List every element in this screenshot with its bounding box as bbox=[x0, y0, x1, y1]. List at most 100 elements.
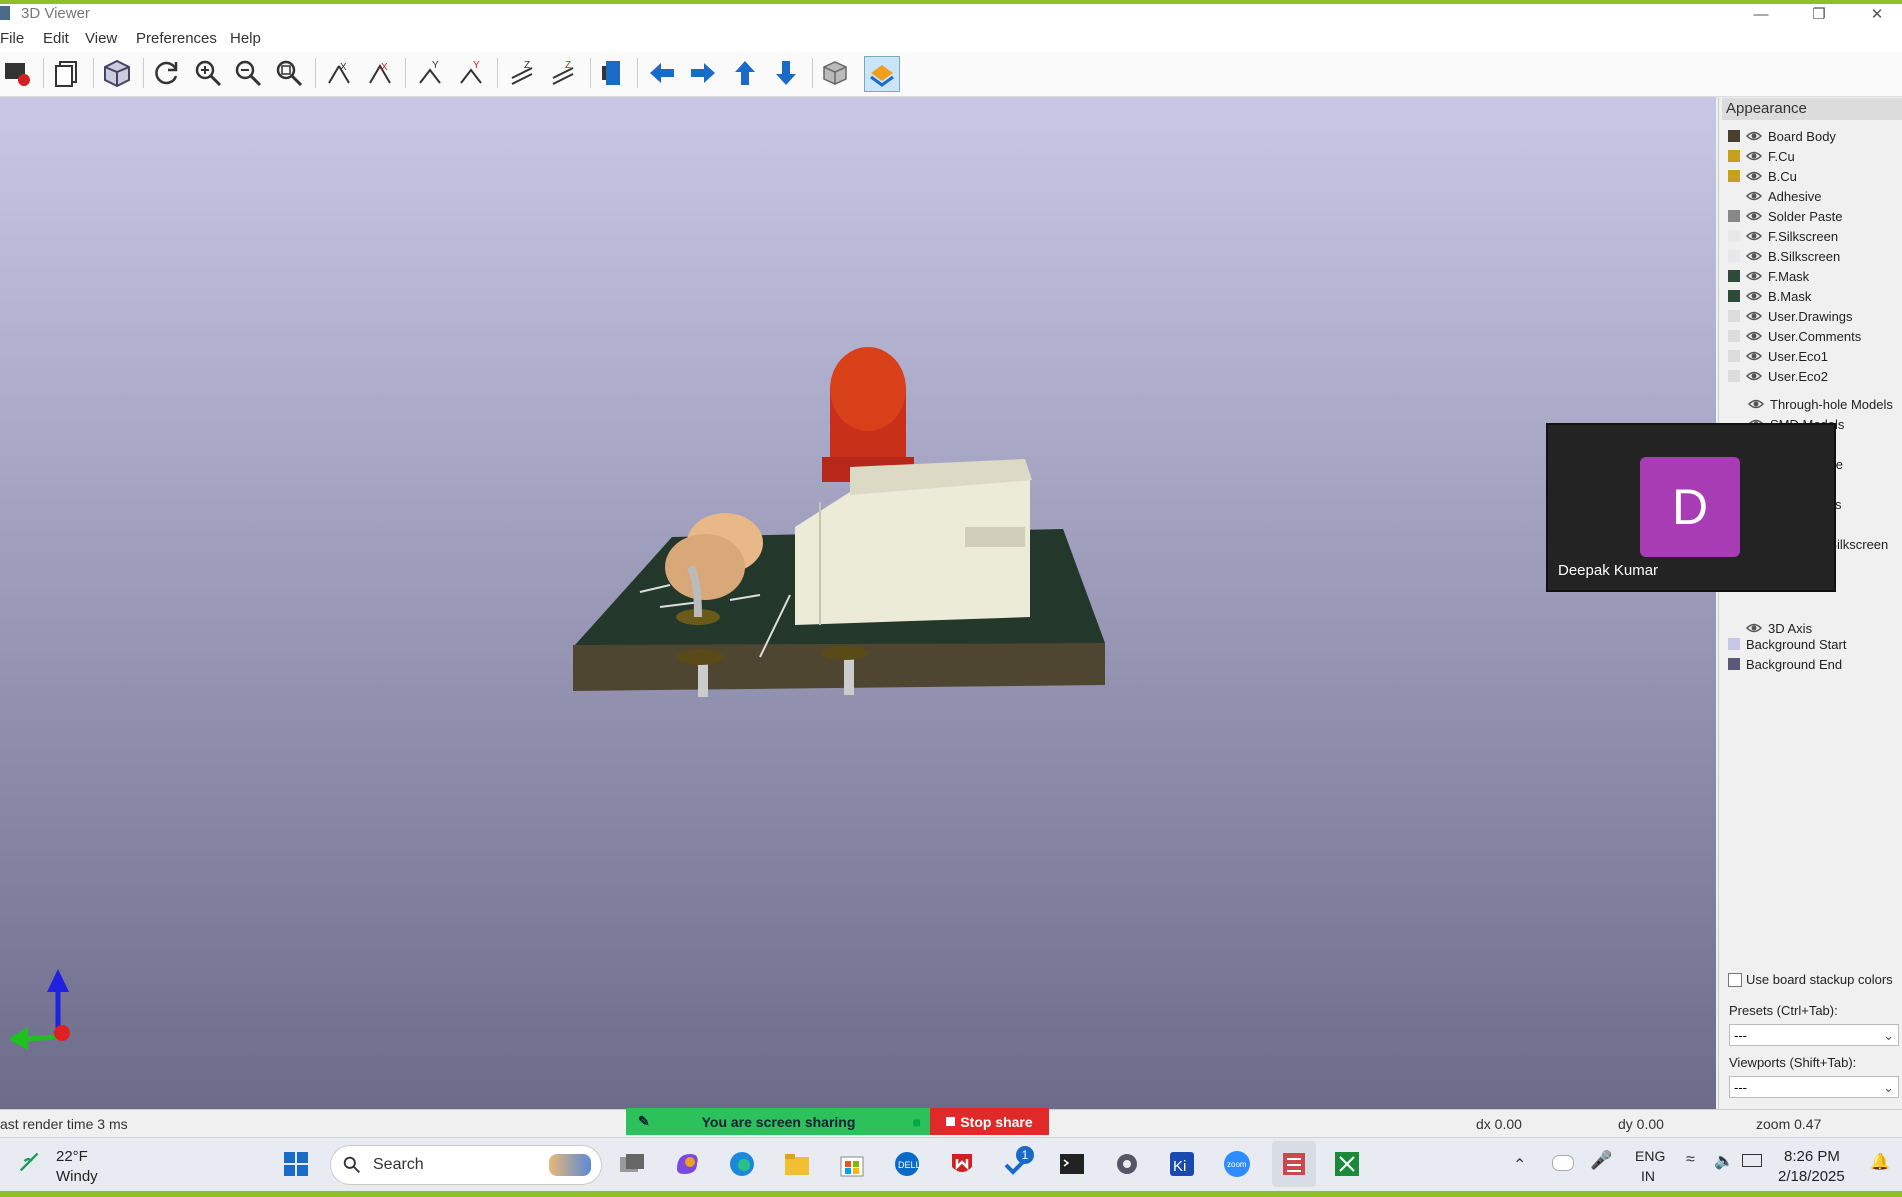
eye-icon[interactable] bbox=[1746, 350, 1762, 362]
eye-icon[interactable] bbox=[1746, 290, 1762, 302]
layers-toggle-icon[interactable] bbox=[864, 56, 900, 92]
arrow-right-icon[interactable] bbox=[686, 56, 720, 90]
layer-row[interactable]: B.Mask bbox=[1728, 287, 1811, 305]
color-swatch[interactable] bbox=[1728, 270, 1740, 282]
eye-icon[interactable] bbox=[1746, 270, 1762, 282]
file-explorer-icon[interactable] bbox=[780, 1147, 814, 1181]
stackup-checkbox[interactable] bbox=[1728, 972, 1742, 987]
layer-row[interactable]: User.Comments bbox=[1728, 327, 1861, 345]
copilot-icon[interactable] bbox=[670, 1147, 704, 1181]
color-swatch[interactable] bbox=[1728, 210, 1740, 222]
arrow-left-icon[interactable] bbox=[645, 56, 679, 90]
start-icon[interactable] bbox=[279, 1147, 313, 1181]
color-swatch[interactable] bbox=[1728, 638, 1740, 650]
flip-x-reverse-icon[interactable]: X bbox=[363, 56, 397, 90]
store-icon[interactable] bbox=[835, 1147, 869, 1181]
volume-icon[interactable]: 🔈 bbox=[1714, 1151, 1734, 1171]
language-secondary[interactable]: IN bbox=[1641, 1168, 1655, 1184]
color-swatch[interactable] bbox=[1728, 290, 1740, 302]
minimize-button[interactable]: — bbox=[1738, 4, 1784, 26]
notifications-icon[interactable]: 🔔 bbox=[1870, 1152, 1890, 1172]
color-swatch[interactable] bbox=[1728, 658, 1740, 670]
kicad-icon[interactable]: Ki bbox=[1165, 1147, 1199, 1181]
color-swatch[interactable] bbox=[1728, 230, 1740, 242]
layer-row[interactable]: User.Eco1 bbox=[1728, 347, 1828, 365]
color-swatch[interactable] bbox=[1728, 190, 1740, 202]
task-view-icon[interactable] bbox=[615, 1147, 649, 1181]
color-swatch[interactable] bbox=[1728, 150, 1740, 162]
export-icon[interactable] bbox=[0, 56, 34, 90]
terminal-icon[interactable] bbox=[1055, 1147, 1089, 1181]
stackup-checkbox-row[interactable]: Use board stackup colors bbox=[1728, 972, 1893, 987]
battery-icon[interactable] bbox=[1742, 1154, 1762, 1167]
participant-tile[interactable]: D Deepak Kumar bbox=[1546, 423, 1836, 592]
flip-z-icon[interactable]: Z bbox=[505, 56, 539, 90]
weather-icon[interactable] bbox=[14, 1145, 48, 1179]
refresh-icon[interactable] bbox=[150, 56, 184, 90]
arrow-up-icon[interactable] bbox=[728, 56, 762, 90]
layer-row[interactable]: User.Eco2 bbox=[1728, 367, 1828, 385]
layer-row[interactable]: Board Body bbox=[1728, 127, 1836, 145]
eye-icon[interactable] bbox=[1746, 310, 1762, 322]
eye-icon[interactable] bbox=[1746, 170, 1762, 182]
menu-view[interactable]: View bbox=[85, 30, 117, 47]
ortho-toggle-icon[interactable] bbox=[818, 56, 852, 90]
layer-row[interactable]: Adhesive bbox=[1728, 187, 1821, 205]
color-swatch[interactable] bbox=[1728, 310, 1740, 322]
flip-board-icon[interactable] bbox=[596, 56, 630, 90]
color-swatch[interactable] bbox=[1728, 250, 1740, 262]
layer-row[interactable]: B.Cu bbox=[1728, 167, 1797, 185]
color-swatch[interactable] bbox=[1728, 130, 1740, 142]
dell-icon[interactable]: DELL bbox=[890, 1147, 924, 1181]
onedrive-icon[interactable] bbox=[1552, 1155, 1574, 1171]
color-swatch[interactable] bbox=[1728, 370, 1740, 382]
eye-icon[interactable] bbox=[1746, 622, 1762, 634]
taskbar-search[interactable]: Search bbox=[330, 1145, 602, 1185]
layer-row[interactable]: F.Silkscreen bbox=[1728, 227, 1838, 245]
eye-icon[interactable] bbox=[1746, 250, 1762, 262]
board-view-icon[interactable] bbox=[100, 56, 134, 90]
color-swatch[interactable] bbox=[1728, 170, 1740, 182]
chevron-up-icon[interactable]: ⌃ bbox=[1513, 1155, 1526, 1175]
eye-icon[interactable] bbox=[1746, 210, 1762, 222]
menu-edit[interactable]: Edit bbox=[43, 30, 69, 47]
3d-viewport[interactable] bbox=[0, 97, 1716, 1109]
eye-icon[interactable] bbox=[1748, 398, 1764, 410]
mcafee-icon[interactable] bbox=[945, 1147, 979, 1181]
presets-select[interactable]: --- ⌄ bbox=[1729, 1024, 1899, 1046]
flip-y-reverse-icon[interactable]: Y bbox=[454, 56, 488, 90]
eye-icon[interactable] bbox=[1746, 370, 1762, 382]
background-end-row[interactable]: Background End bbox=[1728, 655, 1842, 673]
menu-file[interactable]: File bbox=[0, 30, 24, 47]
clock-date[interactable]: 2/18/2025 bbox=[1778, 1168, 1845, 1185]
arrow-down-icon[interactable] bbox=[769, 56, 803, 90]
eye-icon[interactable] bbox=[1746, 150, 1762, 162]
color-swatch[interactable] bbox=[1728, 350, 1740, 362]
stop-share-button[interactable]: Stop share bbox=[930, 1108, 1049, 1135]
menu-help[interactable]: Help bbox=[230, 30, 261, 47]
model-row[interactable]: Through-hole Models bbox=[1748, 395, 1893, 413]
color-swatch[interactable] bbox=[1728, 330, 1740, 342]
layer-row[interactable]: F.Cu bbox=[1728, 147, 1795, 165]
flip-x-icon[interactable]: X bbox=[322, 56, 356, 90]
layer-row[interactable]: F.Mask bbox=[1728, 267, 1809, 285]
eye-icon[interactable] bbox=[1746, 130, 1762, 142]
maximize-button[interactable]: ❐ bbox=[1796, 4, 1842, 26]
menu-preferences[interactable]: Preferences bbox=[136, 30, 217, 47]
wifi-icon[interactable]: ≈ bbox=[1686, 1151, 1695, 1169]
zoom-app-icon[interactable]: zoom bbox=[1220, 1147, 1254, 1181]
eye-icon[interactable] bbox=[1746, 190, 1762, 202]
layer-row[interactable]: User.Drawings bbox=[1728, 307, 1853, 325]
microphone-icon[interactable]: 🎤 bbox=[1590, 1150, 1612, 1171]
background-start-row[interactable]: Background Start bbox=[1728, 635, 1846, 653]
clock-time[interactable]: 8:26 PM bbox=[1784, 1148, 1840, 1165]
close-button[interactable]: ✕ bbox=[1854, 4, 1900, 26]
pcb-3d-icon[interactable] bbox=[1330, 1147, 1364, 1181]
layer-row[interactable]: B.Silkscreen bbox=[1728, 247, 1840, 265]
viewports-select[interactable]: --- ⌄ bbox=[1729, 1076, 1899, 1098]
flip-z-reverse-icon[interactable]: Z bbox=[546, 56, 580, 90]
zoom-fit-icon[interactable] bbox=[272, 56, 306, 90]
eye-icon[interactable] bbox=[1746, 230, 1762, 242]
layer-row[interactable]: Solder Paste bbox=[1728, 207, 1842, 225]
zoom-out-icon[interactable] bbox=[231, 56, 265, 90]
